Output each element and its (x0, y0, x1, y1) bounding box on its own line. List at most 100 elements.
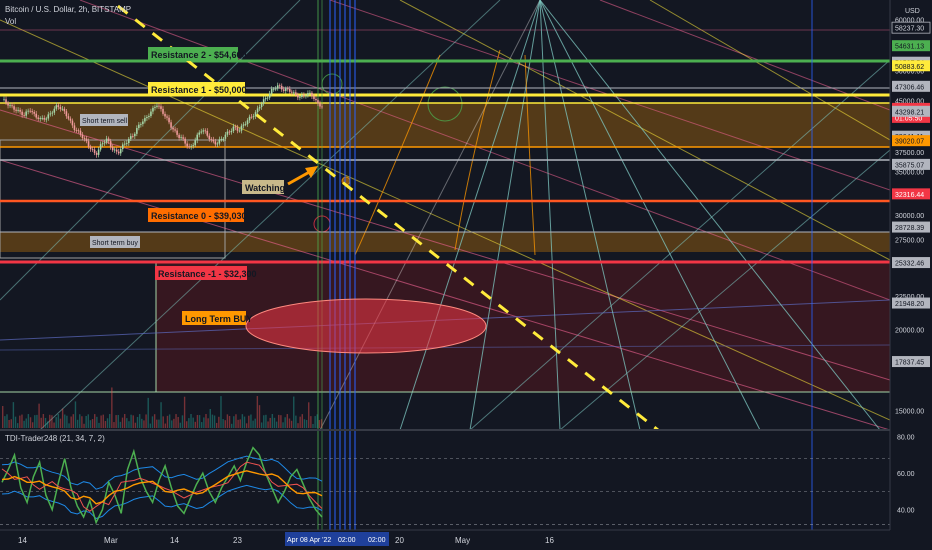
volume-bar (10, 419, 12, 428)
candle-body (97, 149, 100, 155)
volume-bar (280, 415, 282, 428)
candle-body (196, 134, 199, 141)
volume-bar (36, 414, 38, 428)
candle-body (101, 143, 104, 145)
volume-bar (160, 402, 162, 428)
candle-body (75, 130, 78, 131)
candle-body (238, 130, 241, 132)
candle-body (194, 140, 197, 146)
candle-body (262, 99, 265, 104)
candle-body (226, 131, 229, 135)
volume-bar (203, 417, 205, 428)
volume-bar (83, 423, 85, 428)
volume-bar (293, 396, 295, 428)
candle-body (57, 105, 60, 107)
candle-body (47, 114, 50, 119)
volume-bar (166, 415, 169, 428)
indicator-tick-label: 80.00 (897, 435, 915, 442)
candle-body (280, 85, 283, 90)
price-badge-label: 39020.07 (895, 139, 924, 146)
candle-body (144, 118, 146, 122)
price-tick-label: 30000.00 (895, 213, 924, 220)
candle-body (69, 118, 72, 121)
long-term-buy-label[interactable]: Long Term BUY (182, 311, 252, 325)
resistance-1-label[interactable]: Resistance 1 - $50,000 (148, 82, 247, 96)
candle-body (138, 124, 140, 129)
resistance-m1-text: Resistance -1 - $32,300 (158, 269, 257, 279)
candle-body (142, 121, 144, 125)
time-tick-23: 23 (233, 536, 242, 545)
volume-bar (16, 423, 19, 428)
indicator-tick-label: 60.00 (897, 471, 915, 478)
volume-bar (128, 421, 130, 428)
candle-body (254, 112, 257, 117)
price-chart[interactable]: Resistance 2 - $54,600 Resistance 1 - $5… (0, 0, 932, 550)
resistance-2-text: Resistance 2 - $54,600 (151, 50, 247, 60)
resistance-0-label[interactable]: Resistance 0 - $39,030 (148, 208, 247, 222)
candle-body (152, 107, 154, 112)
candle-body (301, 94, 303, 97)
crosshair-month-label: Apr (287, 537, 299, 544)
volume-bar (23, 420, 25, 428)
candle-body (311, 92, 313, 97)
price-tick-label: 15000.00 (895, 408, 924, 415)
candle-body (25, 111, 27, 116)
candle-body (123, 143, 126, 145)
candle-body (198, 132, 201, 135)
volume-bar (308, 402, 310, 428)
candle-body (284, 88, 287, 91)
volume-bar (51, 415, 53, 428)
candle-body (282, 89, 285, 91)
candle-body (256, 108, 259, 113)
watching-label[interactable]: Watching (242, 180, 285, 194)
candle-body (206, 130, 209, 136)
candle-body (291, 91, 293, 93)
volume-bar (57, 414, 60, 428)
volume-bar (233, 416, 235, 428)
volume-bar (29, 417, 32, 428)
candle-body (278, 85, 281, 87)
candle-body (53, 108, 56, 113)
candle-body (79, 130, 82, 135)
candle-body (224, 134, 227, 139)
volume-bar (76, 419, 79, 428)
volume-bar (44, 417, 47, 428)
candle-body (232, 126, 235, 131)
price-tick-label: 20000.00 (895, 327, 924, 334)
volume-bar (183, 396, 186, 428)
short-term-buy-label[interactable]: Short term buy (90, 236, 140, 248)
candle-body (127, 138, 130, 144)
long-term-buy-text: Long Term BUY (185, 314, 252, 324)
watching-text: Watching (245, 183, 285, 193)
candle-body (178, 134, 180, 138)
candle-body (19, 109, 21, 112)
price-tick-label: 27500.00 (895, 237, 924, 244)
short-term-sell-label[interactable]: Short term sell (80, 114, 128, 126)
volume-bar (79, 414, 81, 428)
volume-bar (87, 414, 89, 428)
resistance-2-label[interactable]: Resistance 2 - $54,600 (148, 47, 247, 61)
candle-body (35, 113, 38, 118)
volume-bar (216, 422, 218, 428)
volume-bar (271, 414, 274, 428)
candle-body (317, 100, 319, 104)
volume-bar (299, 416, 301, 428)
price-badge-label: 32316.44 (895, 192, 924, 199)
volume-bar (156, 419, 158, 428)
volume-bar (61, 408, 64, 428)
candle-body (121, 144, 124, 150)
candle-body (136, 128, 138, 134)
candle-body (297, 94, 299, 98)
resistance-1-text: Resistance 1 - $50,000 (151, 85, 247, 95)
indicator-title: TDI-Trader248 (21, 34, 7, 2) (5, 434, 105, 443)
volume-bar (162, 416, 164, 428)
resistance-m1-label[interactable]: Resistance -1 - $32,300 (155, 266, 257, 280)
volume-bar (25, 418, 27, 428)
candle-body (222, 138, 225, 140)
price-tick-label: 37500.00 (895, 150, 924, 157)
volume-bar (190, 414, 192, 428)
candle-body (29, 110, 31, 112)
volume-bar (248, 415, 250, 428)
volume-bar (27, 414, 30, 428)
volume-bar (213, 415, 216, 428)
